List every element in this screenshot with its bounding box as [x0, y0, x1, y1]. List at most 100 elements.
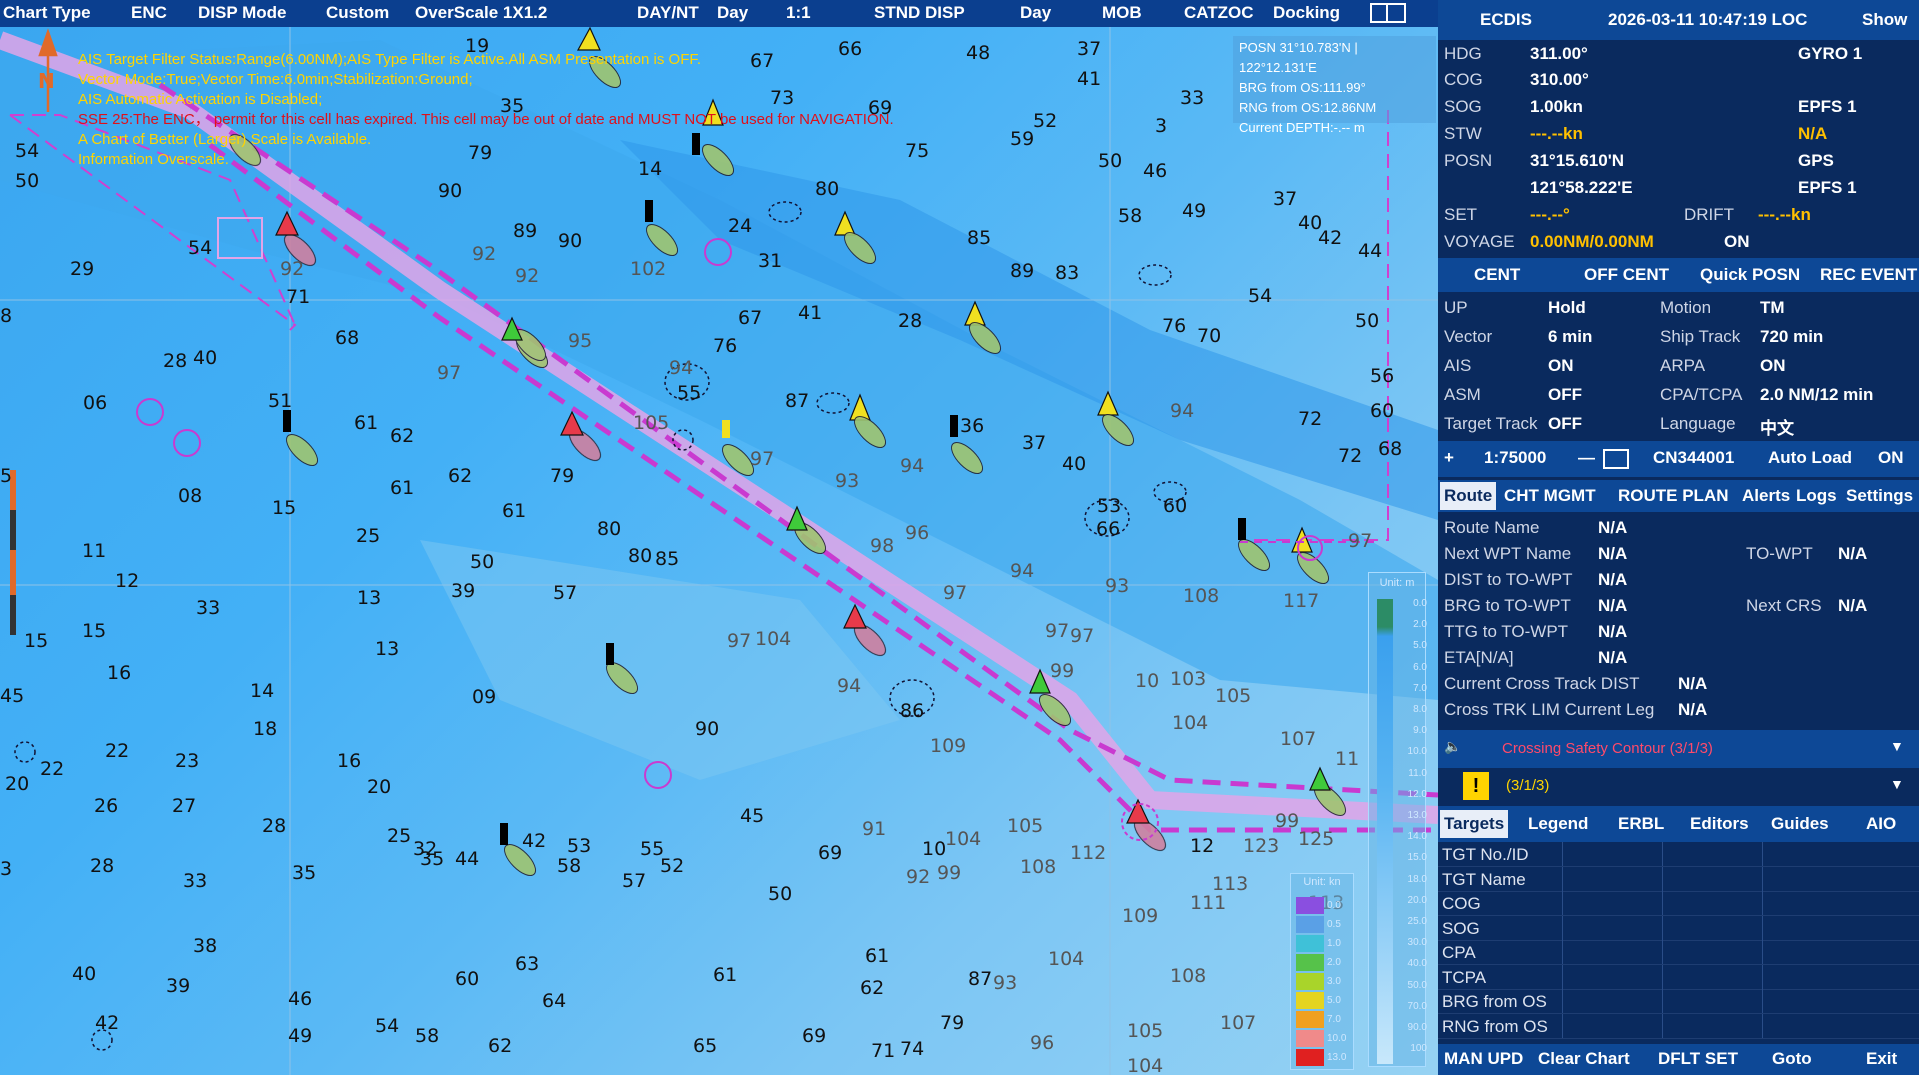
enc-button[interactable]: ENC: [131, 3, 167, 23]
off-cent-button[interactable]: OFF CENT: [1584, 265, 1669, 285]
depth-sounding: 105: [1127, 1020, 1164, 1042]
target-table-row[interactable]: TCPA: [1438, 964, 1919, 990]
cpa-tcpa-value[interactable]: 2.0 NM/12 min: [1760, 385, 1873, 405]
tab-route[interactable]: Route: [1440, 482, 1497, 510]
next-wpt-value: N/A: [1598, 544, 1628, 563]
exit-button[interactable]: Exit: [1866, 1049, 1897, 1069]
alert-bar-2[interactable]: ! (3/1/3) ▼: [1438, 768, 1919, 804]
tab-guides[interactable]: Guides: [1771, 814, 1829, 834]
next-crs-label: Next CRS: [1746, 596, 1822, 615]
target-row-label: TGT Name: [1442, 869, 1526, 889]
speed-tick: 0.5: [1327, 919, 1341, 930]
target-table-row[interactable]: SOG: [1438, 915, 1919, 941]
depth-sounding: 87: [968, 968, 993, 990]
chart-display[interactable]: N 54 50 29 54 71 92 8 28 40 68 06 51 61 62 61 62 08 15 61 1…: [0, 0, 1438, 1075]
auto-load-value[interactable]: ON: [1878, 448, 1904, 468]
day-night-label[interactable]: DAY/NT: [637, 3, 699, 23]
chevron-down-icon[interactable]: ▼: [1890, 776, 1904, 792]
window-toggle-icon[interactable]: [1370, 3, 1406, 23]
tab-alerts[interactable]: Alerts: [1742, 486, 1790, 506]
target-table-row[interactable]: TGT No./ID: [1438, 842, 1919, 867]
depth-sounding: 40: [72, 963, 97, 985]
speed-legend-row: 5.0: [1296, 991, 1352, 1010]
depth-sounding: 3: [0, 858, 13, 880]
depth-sounding: 60: [455, 968, 480, 990]
goto-button[interactable]: Goto: [1772, 1049, 1812, 1069]
depth-sounding: 08: [178, 485, 203, 507]
depth-sounding: 72: [1298, 408, 1323, 430]
tab-targets[interactable]: Targets: [1440, 810, 1509, 838]
depth-sounding: 50: [15, 170, 40, 192]
depth-sounding: 93: [1105, 575, 1130, 597]
depth-sounding: 49: [288, 1025, 313, 1047]
depth-sounding: 66: [1096, 518, 1121, 540]
chevron-down-icon[interactable]: ▼: [1890, 738, 1904, 754]
target-row-label: SOG: [1442, 918, 1480, 938]
tab-erbl[interactable]: ERBL: [1618, 814, 1664, 834]
chart-type-button[interactable]: Chart Type: [3, 3, 91, 23]
tab-aio[interactable]: AIO: [1866, 814, 1896, 834]
day-mode-button[interactable]: Day: [717, 3, 748, 23]
depth-sounding: 53: [567, 835, 592, 857]
depth-sounding: 25: [356, 525, 381, 547]
day-button[interactable]: Day: [1020, 3, 1051, 23]
quick-posn-button[interactable]: Quick POSN: [1700, 265, 1800, 285]
tab-route-plan[interactable]: ROUTE PLAN: [1618, 486, 1729, 506]
dflt-set-button[interactable]: DFLT SET: [1658, 1049, 1738, 1069]
man-upd-button[interactable]: MAN UPD: [1444, 1049, 1523, 1069]
target-table-row[interactable]: RNG from OS: [1438, 1013, 1919, 1039]
asm-value[interactable]: OFF: [1548, 385, 1582, 405]
depth-sounding: 125: [1298, 828, 1335, 850]
zoom-out-button[interactable]: —: [1578, 448, 1595, 468]
target-table-row[interactable]: CPA: [1438, 940, 1919, 965]
tab-settings[interactable]: Settings: [1846, 486, 1913, 506]
target-table-row[interactable]: COG: [1438, 891, 1919, 916]
target-table-row[interactable]: BRG from OS: [1438, 989, 1919, 1014]
ratio-button[interactable]: 1:1: [786, 3, 811, 23]
motion-value[interactable]: TM: [1760, 298, 1785, 318]
speed-swatch: [1296, 1011, 1324, 1028]
scale-box-icon[interactable]: [1603, 449, 1629, 469]
eta-value: N/A: [1598, 648, 1628, 667]
depth-sounding: 50: [1098, 150, 1123, 172]
longitude-value: 121°58.222'E: [1530, 178, 1633, 197]
language-value[interactable]: 中文: [1760, 414, 1794, 439]
tab-editors[interactable]: Editors: [1690, 814, 1749, 834]
ship-track-value[interactable]: 720 min: [1760, 327, 1823, 347]
alert-count: (3/1/3): [1506, 777, 1550, 794]
vector-value[interactable]: 6 min: [1548, 327, 1592, 347]
zoom-in-button[interactable]: +: [1444, 448, 1454, 468]
target-table-row[interactable]: TGT Name: [1438, 866, 1919, 892]
depth-sounding: 37: [1077, 38, 1102, 60]
tab-logs[interactable]: Logs: [1796, 486, 1837, 506]
depth-sounding: 61: [354, 412, 379, 434]
route-name-label: Route Name: [1444, 518, 1540, 537]
alert-bar-1[interactable]: 🔈 Crossing Safety Contour (3/1/3) ▼: [1438, 730, 1919, 768]
chart-toolbar: Chart Type ENC DISP Mode Custom OverScal…: [0, 0, 1438, 27]
dist-label: DIST to TO-WPT: [1444, 570, 1573, 589]
rec-event-button[interactable]: REC EVENT: [1820, 265, 1917, 285]
target-track-value[interactable]: OFF: [1548, 414, 1582, 434]
ais-value[interactable]: ON: [1548, 356, 1574, 376]
depth-sounding: 94: [900, 455, 925, 477]
stnd-disp-button[interactable]: STND DISP: [874, 3, 965, 23]
depth-tick: 8.0: [1413, 704, 1427, 716]
show-button[interactable]: Show: [1862, 10, 1907, 30]
mob-button[interactable]: MOB: [1102, 3, 1142, 23]
depth-color-bar: [1377, 599, 1393, 1064]
cent-button[interactable]: CENT: [1474, 265, 1520, 285]
clear-chart-button[interactable]: Clear Chart: [1538, 1049, 1630, 1069]
tab-cht-mgmt[interactable]: CHT MGMT: [1504, 486, 1596, 506]
tab-legend[interactable]: Legend: [1528, 814, 1588, 834]
voyage-state[interactable]: ON: [1724, 232, 1750, 252]
depth-sounding: 54: [15, 140, 40, 162]
custom-button[interactable]: Custom: [326, 3, 389, 23]
depth-sounding: 60: [1370, 400, 1395, 422]
docking-button[interactable]: Docking: [1273, 3, 1340, 23]
catzoc-button[interactable]: CATZOC: [1184, 3, 1254, 23]
arpa-value[interactable]: ON: [1760, 356, 1786, 376]
disp-mode-button[interactable]: DISP Mode: [198, 3, 286, 23]
route-info: Route Name N/A Next WPT Name N/A TO-WPT …: [1438, 514, 1919, 724]
up-value[interactable]: Hold: [1548, 298, 1586, 318]
speaker-icon[interactable]: 🔈: [1444, 738, 1461, 755]
